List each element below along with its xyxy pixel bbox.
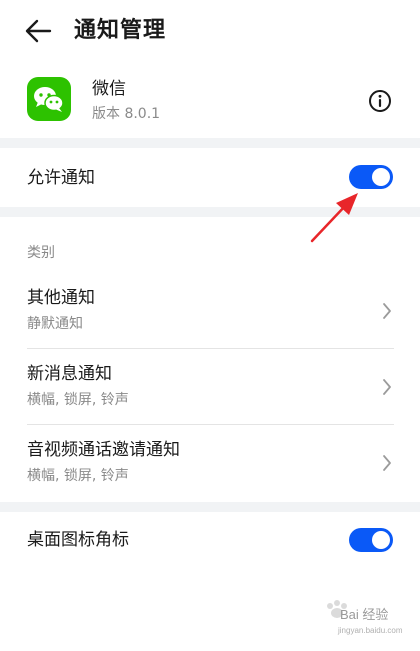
watermark-url: jingyan.baidu.com: [338, 626, 403, 635]
category-section-label: 类别: [27, 245, 55, 261]
badge-toggle[interactable]: [349, 528, 393, 552]
app-info-row: 微信 版本 8.0.1: [0, 62, 420, 138]
allow-notifications-label: 允许通知: [27, 168, 95, 188]
list-item-other-notifications[interactable]: 其他通知 静默通知: [0, 274, 420, 350]
list-item-call-invite-notifications[interactable]: 音视频通话邀请通知 横幅, 锁屏, 铃声: [0, 426, 420, 502]
info-button[interactable]: [368, 89, 392, 113]
header: 通知管理: [0, 0, 420, 62]
chevron-right-icon: [383, 455, 391, 471]
toggle-knob: [372, 531, 390, 549]
chevron-right-icon: [383, 379, 391, 395]
annotation-arrow-icon: [310, 193, 358, 243]
list-item-title: 其他通知: [27, 288, 95, 308]
watermark-text: Bai 经验: [340, 607, 389, 622]
chevron-right-icon: [383, 303, 391, 319]
badge-label: 桌面图标角标: [27, 530, 129, 550]
list-item-title: 新消息通知: [27, 364, 112, 384]
list-item-subtitle: 横幅, 锁屏, 铃声: [27, 392, 129, 408]
list-item-subtitle: 横幅, 锁屏, 铃声: [27, 468, 129, 484]
app-name: 微信: [92, 79, 126, 99]
page-title: 通知管理: [74, 18, 167, 43]
divider: [27, 424, 394, 425]
section-separator: [0, 138, 420, 148]
list-item-new-message-notifications[interactable]: 新消息通知 横幅, 锁屏, 铃声: [0, 350, 420, 426]
toggle-knob: [372, 168, 390, 186]
wechat-icon: [27, 77, 71, 121]
back-button[interactable]: [22, 14, 56, 48]
arrow-left-icon: [25, 19, 52, 43]
list-item-subtitle: 静默通知: [27, 316, 83, 332]
info-icon: [369, 90, 391, 112]
app-version: 版本 8.0.1: [92, 106, 161, 122]
section-separator: [0, 502, 420, 512]
divider: [27, 348, 394, 349]
list-item-title: 音视频通话邀请通知: [27, 440, 180, 460]
